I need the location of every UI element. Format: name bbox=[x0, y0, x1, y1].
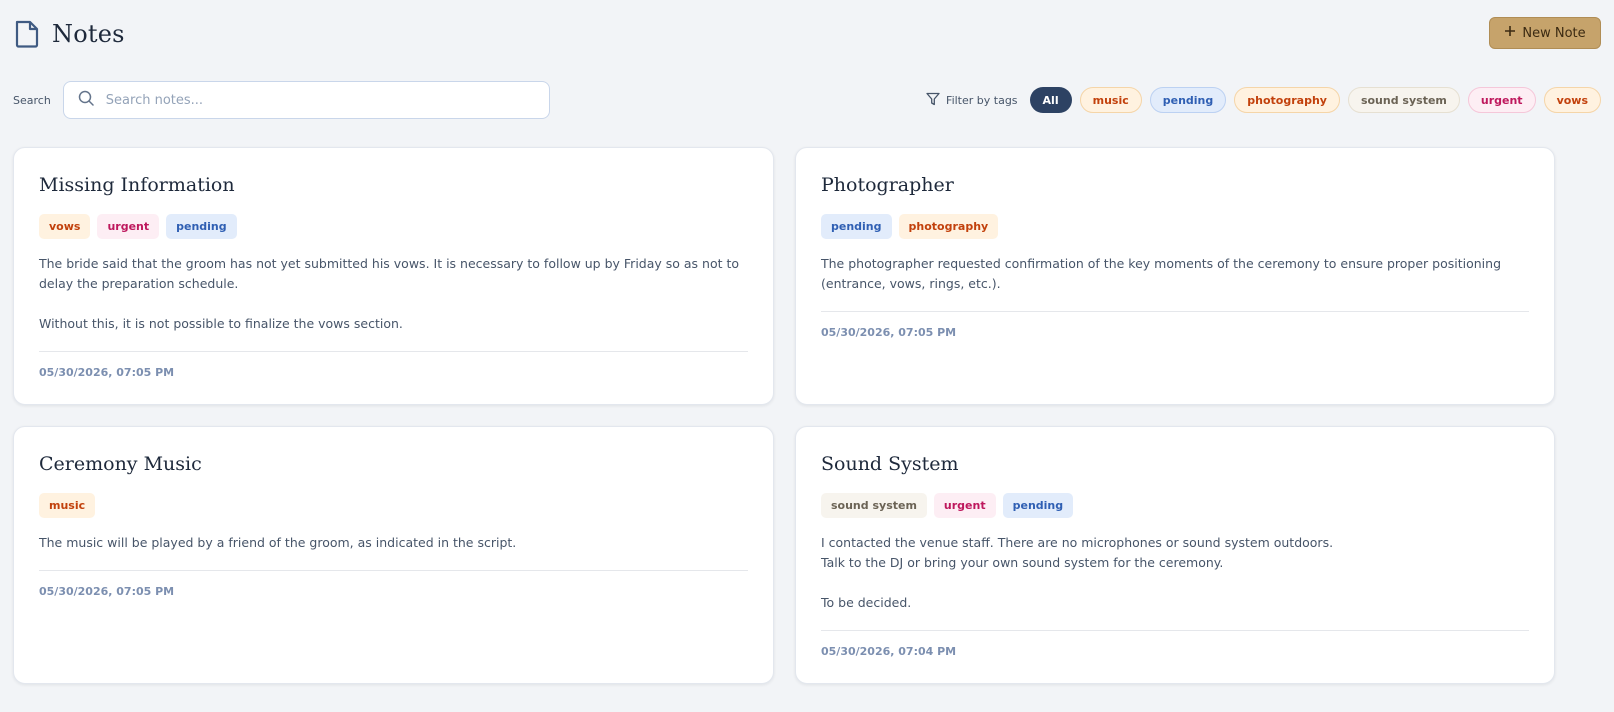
note-tags: music bbox=[39, 493, 96, 518]
note-date: 05/30/2026, 07:05 PM bbox=[39, 585, 175, 598]
filter-chip-vows[interactable]: vows bbox=[1543, 87, 1601, 113]
filter-chip-all[interactable]: All bbox=[1029, 87, 1072, 113]
plus-icon bbox=[1504, 25, 1516, 41]
note-title: Photographer bbox=[821, 174, 954, 196]
search-icon bbox=[78, 90, 94, 110]
note-card[interactable]: Sound System sound system urgent pending… bbox=[795, 426, 1555, 684]
note-tags: vows urgent pending bbox=[39, 214, 237, 239]
filter-label-text: Filter by tags bbox=[946, 93, 1018, 107]
tag-filter: Filter by tags All music pending photogr… bbox=[926, 87, 1601, 113]
note-card[interactable]: Ceremony Music music The music will be p… bbox=[13, 426, 774, 684]
filter-chip-music[interactable]: music bbox=[1079, 87, 1142, 113]
app-header: Notes bbox=[14, 20, 125, 48]
filter-chip-pending[interactable]: pending bbox=[1149, 87, 1227, 113]
filter-chip-photography[interactable]: photography bbox=[1234, 87, 1340, 113]
search-label: Search bbox=[13, 93, 51, 107]
note-paragraph: Talk to the DJ or bring your own sound s… bbox=[821, 555, 1224, 570]
note-card[interactable]: Photographer pending photography The pho… bbox=[795, 147, 1555, 405]
document-icon bbox=[14, 20, 40, 48]
note-title: Sound System bbox=[821, 453, 959, 475]
new-note-button[interactable]: New Note bbox=[1489, 17, 1601, 49]
note-tags: pending photography bbox=[821, 214, 999, 239]
divider bbox=[821, 630, 1529, 631]
divider bbox=[821, 311, 1529, 312]
search-box[interactable] bbox=[62, 81, 550, 119]
note-paragraph: Without this, it is not possible to fina… bbox=[39, 316, 403, 331]
tag-badge: pending bbox=[1002, 493, 1074, 518]
tag-badge: vows bbox=[39, 214, 91, 239]
filter-icon bbox=[926, 92, 940, 109]
filter-chip-urgent[interactable]: urgent bbox=[1467, 87, 1536, 113]
note-title: Missing Information bbox=[39, 174, 235, 196]
note-paragraph: To be decided. bbox=[821, 595, 912, 610]
note-tags: sound system urgent pending bbox=[821, 493, 1074, 518]
note-body: The bride said that the groom has not ye… bbox=[39, 254, 748, 334]
tag-badge: urgent bbox=[933, 493, 996, 518]
tag-badge: sound system bbox=[821, 493, 927, 518]
note-date: 05/30/2026, 07:04 PM bbox=[821, 645, 957, 658]
note-title: Ceremony Music bbox=[39, 453, 202, 475]
note-card[interactable]: Missing Information vows urgent pending … bbox=[13, 147, 774, 405]
tag-badge: urgent bbox=[97, 214, 160, 239]
note-paragraph: The photographer requested confirmation … bbox=[821, 256, 1502, 291]
tag-badge: music bbox=[39, 493, 96, 518]
note-body: I contacted the venue staff. There are n… bbox=[821, 533, 1529, 613]
search-input[interactable] bbox=[103, 91, 508, 109]
search-bar: Search bbox=[13, 81, 550, 119]
note-date: 05/30/2026, 07:05 PM bbox=[821, 326, 957, 339]
filter-label: Filter by tags bbox=[926, 92, 1018, 109]
note-body: The music will be played by a friend of … bbox=[39, 533, 748, 553]
page-title: Notes bbox=[52, 20, 125, 48]
note-date: 05/30/2026, 07:05 PM bbox=[39, 366, 175, 379]
note-paragraph: The bride said that the groom has not ye… bbox=[39, 256, 740, 291]
divider bbox=[39, 351, 748, 352]
note-paragraph: I contacted the venue staff. There are n… bbox=[821, 535, 1334, 550]
note-paragraph: The music will be played by a friend of … bbox=[39, 535, 517, 550]
tag-badge: pending bbox=[821, 214, 892, 239]
tag-badge: pending bbox=[166, 214, 237, 239]
tag-badge: photography bbox=[898, 214, 999, 239]
note-body: The photographer requested confirmation … bbox=[821, 254, 1529, 294]
filter-chip-sound-system[interactable]: sound system bbox=[1347, 87, 1460, 113]
divider bbox=[39, 570, 748, 571]
new-note-label: New Note bbox=[1522, 25, 1586, 41]
